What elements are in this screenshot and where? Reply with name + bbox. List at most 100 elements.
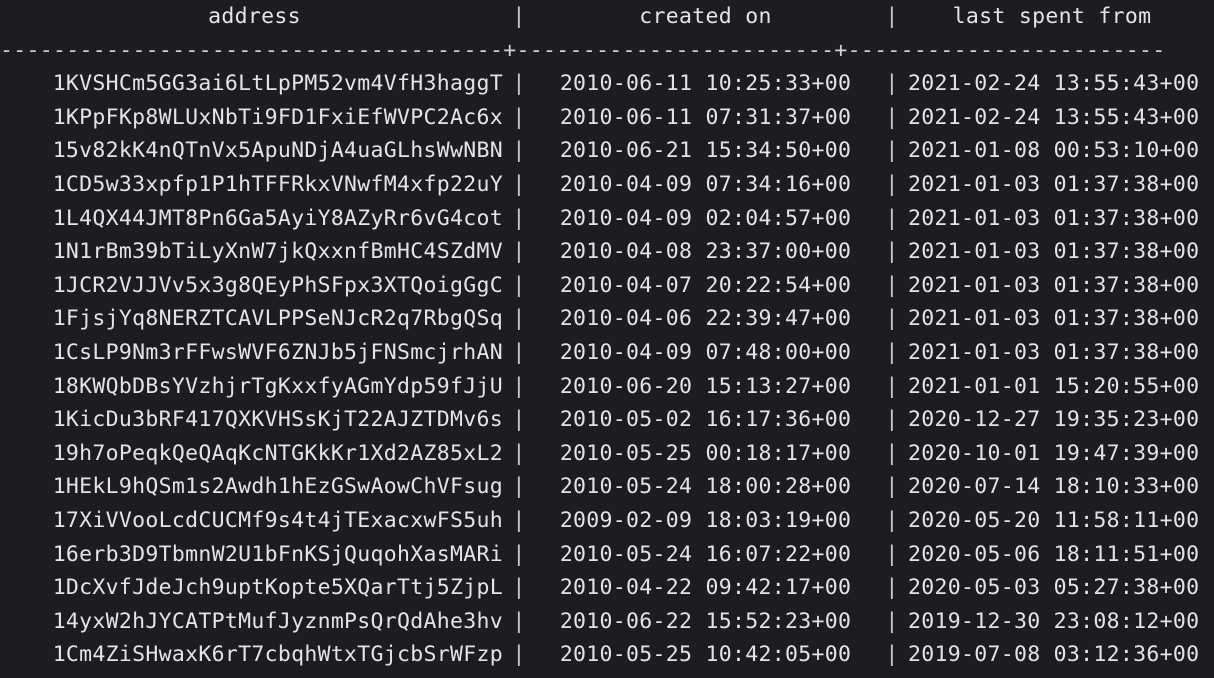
column-separator: | bbox=[885, 205, 899, 231]
column-separator: | bbox=[885, 104, 899, 130]
column-separator: | bbox=[512, 642, 526, 668]
column-separator: | bbox=[885, 541, 899, 567]
address-text: 15v82kK4nQTnVx5ApuNDjA4uaGLhsWwNBN bbox=[52, 138, 503, 164]
address-text: 1KPpFKp8WLUxNbTi9FD1FxiEfWVPC2Ac6x bbox=[52, 104, 503, 130]
table-row: 1L4QX44JMT8Pn6Ga5AyiY8AZyRr6vG4cot | 2010-… bbox=[0, 202, 1214, 236]
column-separator: | bbox=[512, 171, 526, 197]
column-separator: | bbox=[512, 138, 526, 164]
cell-created-on: 2010-05-25 00:18:17+00 bbox=[559, 440, 852, 466]
table-row: 1CsLP9Nm3rFFwsWVF6ZNJb5jFNSmcjrhAN | 2010-… bbox=[0, 336, 1214, 370]
terminal-output: address | created on | last spent from -… bbox=[0, 0, 1214, 678]
cell-created-on: 2010-04-06 22:39:47+00 bbox=[559, 306, 852, 332]
cell-last-spent-from: 2021-01-03 01:37:38+00 bbox=[908, 239, 1200, 265]
table-row: 1JCR2VJJVv5x3g8QEyPhSFpx3XTQoigGgC | 2010-… bbox=[0, 269, 1214, 303]
column-separator: | bbox=[885, 507, 899, 533]
column-separator: | bbox=[885, 138, 899, 164]
column-separator: | bbox=[512, 575, 526, 601]
cell-last-spent-from: 2019-07-08 03:12:36+00 bbox=[908, 642, 1200, 668]
column-separator: | bbox=[885, 171, 899, 197]
cell-last-spent-from: 2021-01-03 01:37:38+00 bbox=[908, 272, 1200, 298]
table-body: 1KVSHCm5GG3ai6LtLpPM52vm4VfH3haggT | 2010-… bbox=[0, 67, 1214, 672]
table-row: 17XiVVooLcdCUCMf9s4t4jTExacxwFS5uh | 2009-… bbox=[0, 504, 1214, 538]
cell-created-on: 2010-05-02 16:17:36+00 bbox=[559, 407, 852, 433]
column-separator: | bbox=[512, 608, 526, 634]
cell-address: 1KicDu3bRF417QXKVHSsKjT22AJZTDMv6s bbox=[0, 403, 509, 437]
table-row: 14yxW2hJYCATPtMufJyznmPsQrQdAhe3hv | 2010-… bbox=[0, 605, 1214, 639]
cell-last-spent-from: 2020-05-06 18:11:51+00 bbox=[908, 541, 1200, 567]
header-divider: --------------------------------------+-… bbox=[0, 37, 1166, 63]
address-text: 17XiVVooLcdCUCMf9s4t4jTExacxwFS5uh bbox=[52, 507, 503, 533]
cell-address: 18KWQbDBsYVzhjrTgKxxfyAGmYdp59fJjU bbox=[0, 370, 509, 404]
address-text: 1KicDu3bRF417QXKVHSsKjT22AJZTDMv6s bbox=[52, 407, 503, 433]
cell-last-spent-from: 2021-01-08 00:53:10+00 bbox=[908, 138, 1200, 164]
address-text: 1Cm4ZiSHwaxK6rT7cbqhWtxTGjcbSrWFzp bbox=[52, 642, 503, 668]
table-row: 19h7oPeqkQeQAqKcNTGKkKr1Xd2AZ85xL2 | 2010-… bbox=[0, 437, 1214, 471]
cell-address: 1KPpFKp8WLUxNbTi9FD1FxiEfWVPC2Ac6x bbox=[0, 101, 509, 135]
cell-address: 1CsLP9Nm3rFFwsWVF6ZNJb5jFNSmcjrhAN bbox=[0, 336, 509, 370]
column-separator: | bbox=[512, 239, 526, 265]
column-separator: | bbox=[885, 339, 899, 365]
cell-last-spent-from: 2021-02-24 13:55:43+00 bbox=[908, 104, 1200, 130]
cell-created-on: 2010-04-09 07:48:00+00 bbox=[559, 339, 852, 365]
cell-address: 1JCR2VJJVv5x3g8QEyPhSFpx3XTQoigGgC bbox=[0, 269, 509, 303]
address-text: 1FjsjYq8NERZTCAVLPPSeNJcR2q7RbgQSq bbox=[52, 306, 503, 332]
address-text: 1KVSHCm5GG3ai6LtLpPM52vm4VfH3haggT bbox=[52, 71, 503, 97]
address-text: 1N1rBm39bTiLyXnW7jkQxxnfBmHC4SZdMV bbox=[52, 239, 503, 265]
cell-last-spent-from: 2020-05-03 05:27:38+00 bbox=[908, 575, 1200, 601]
cell-created-on: 2010-04-22 09:42:17+00 bbox=[559, 575, 852, 601]
cell-created-on: 2010-06-11 07:31:37+00 bbox=[559, 104, 852, 130]
table-row: 1HEkL9hQSm1s2Awdh1hEzGSwAowChVFsug | 2010-… bbox=[0, 470, 1214, 504]
column-separator: | bbox=[885, 239, 899, 265]
cell-last-spent-from: 2019-12-30 23:08:12+00 bbox=[908, 608, 1200, 634]
cell-created-on: 2010-06-22 15:52:23+00 bbox=[559, 608, 852, 634]
column-separator: | bbox=[512, 541, 526, 567]
cell-last-spent-from: 2021-01-03 01:37:38+00 bbox=[908, 205, 1200, 231]
column-separator: | bbox=[885, 474, 899, 500]
cell-last-spent-from: 2021-01-03 01:37:38+00 bbox=[908, 171, 1200, 197]
column-separator: | bbox=[885, 642, 899, 668]
cell-address: 19h7oPeqkQeQAqKcNTGKkKr1Xd2AZ85xL2 bbox=[0, 437, 509, 471]
cell-address: 1KVSHCm5GG3ai6LtLpPM52vm4VfH3haggT bbox=[0, 67, 509, 101]
column-separator: | bbox=[885, 71, 899, 97]
cell-address: 1Cm4ZiSHwaxK6rT7cbqhWtxTGjcbSrWFzp bbox=[0, 638, 509, 672]
table-row: 1Cm4ZiSHwaxK6rT7cbqhWtxTGjcbSrWFzp | 2010-… bbox=[0, 638, 1214, 672]
table-row: 18KWQbDBsYVzhjrTgKxxfyAGmYdp59fJjU | 2010-… bbox=[0, 370, 1214, 404]
cell-created-on: 2010-04-09 07:34:16+00 bbox=[559, 171, 852, 197]
column-header-address: address bbox=[208, 4, 301, 29]
cell-created-on: 2010-04-09 02:04:57+00 bbox=[559, 205, 852, 231]
address-text: 1L4QX44JMT8Pn6Ga5AyiY8AZyRr6vG4cot bbox=[52, 205, 503, 231]
cell-address: 1DcXvfJdeJch9uptKopte5XQarTtj5ZjpL bbox=[0, 571, 509, 605]
cell-created-on: 2010-05-25 10:42:05+00 bbox=[559, 642, 852, 668]
column-separator: | bbox=[512, 407, 526, 433]
table-row: 16erb3D9TbmnW2U1bFnKSjQuqohXasMARi | 2010-… bbox=[0, 538, 1214, 572]
column-header-last-spent-from: last spent from bbox=[952, 4, 1152, 29]
table-row: 1DcXvfJdeJch9uptKopte5XQarTtj5ZjpL | 2010-… bbox=[0, 571, 1214, 605]
address-text: 1CD5w33xpfp1P1hTFFRkxVNwfM4xfp22uY bbox=[52, 171, 503, 197]
cell-address: 1L4QX44JMT8Pn6Ga5AyiY8AZyRr6vG4cot bbox=[0, 202, 509, 236]
address-text: 18KWQbDBsYVzhjrTgKxxfyAGmYdp59fJjU bbox=[52, 373, 503, 399]
cell-created-on: 2009-02-09 18:03:19+00 bbox=[559, 507, 852, 533]
cell-address: 1FjsjYq8NERZTCAVLPPSeNJcR2q7RbgQSq bbox=[0, 302, 509, 336]
column-separator: | bbox=[885, 306, 899, 332]
cell-last-spent-from: 2021-02-24 13:55:43+00 bbox=[908, 71, 1200, 97]
cell-created-on: 2010-05-24 18:00:28+00 bbox=[559, 474, 852, 500]
table-row: 1FjsjYq8NERZTCAVLPPSeNJcR2q7RbgQSq | 2010-… bbox=[0, 302, 1214, 336]
column-separator: | bbox=[885, 407, 899, 433]
cell-address: 1CD5w33xpfp1P1hTFFRkxVNwfM4xfp22uY bbox=[0, 168, 509, 202]
table-header: address | created on | last spent from bbox=[0, 0, 1214, 34]
cell-created-on: 2010-06-21 15:34:50+00 bbox=[559, 138, 852, 164]
cell-last-spent-from: 2020-12-27 19:35:23+00 bbox=[908, 407, 1200, 433]
cell-created-on: 2010-06-11 10:25:33+00 bbox=[559, 71, 852, 97]
table-row: 1N1rBm39bTiLyXnW7jkQxxnfBmHC4SZdMV | 2010-… bbox=[0, 235, 1214, 269]
column-separator: | bbox=[512, 507, 526, 533]
cell-address: 15v82kK4nQTnVx5ApuNDjA4uaGLhsWwNBN bbox=[0, 134, 509, 168]
column-separator: | bbox=[512, 272, 526, 298]
column-separator: | bbox=[885, 575, 899, 601]
cell-created-on: 2010-04-07 20:22:54+00 bbox=[559, 272, 852, 298]
address-text: 1JCR2VJJVv5x3g8QEyPhSFpx3XTQoigGgC bbox=[52, 272, 503, 298]
cell-created-on: 2010-06-20 15:13:27+00 bbox=[559, 373, 852, 399]
address-text: 19h7oPeqkQeQAqKcNTGKkKr1Xd2AZ85xL2 bbox=[52, 440, 503, 466]
cell-address: 1N1rBm39bTiLyXnW7jkQxxnfBmHC4SZdMV bbox=[0, 235, 509, 269]
column-separator: | bbox=[885, 373, 899, 399]
address-text: 1DcXvfJdeJch9uptKopte5XQarTtj5ZjpL bbox=[52, 575, 503, 601]
